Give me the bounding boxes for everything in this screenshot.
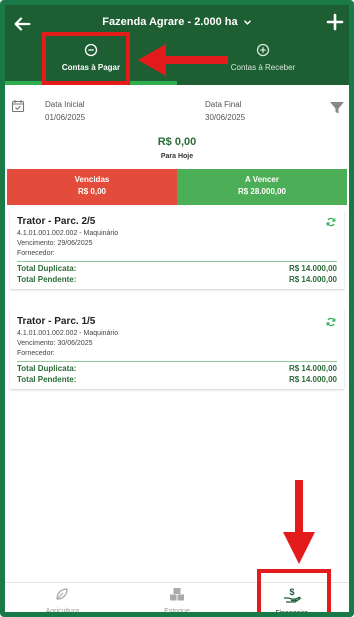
refresh-icon[interactable]	[326, 217, 336, 227]
divider	[17, 361, 337, 362]
nav-label: Agricultura	[45, 608, 80, 615]
filter-icon[interactable]	[329, 101, 345, 115]
total-duplicata-row: Total Duplicata: R$ 14.000,00	[17, 264, 337, 273]
chevron-down-icon	[243, 20, 251, 25]
payable-title: Trator - Parc. 2/5	[17, 216, 96, 227]
annotation-arrow-down-icon	[283, 480, 315, 564]
end-date-label: Data Final	[205, 100, 242, 109]
divider	[17, 261, 337, 262]
overdue-value: R$ 0,00	[77, 187, 107, 196]
payable-supplier: Fornecedor:	[17, 350, 55, 357]
today-total-label: Para Hoje	[160, 153, 194, 160]
calendar-check-icon[interactable]	[11, 99, 25, 113]
payable-account: 4.1.01.001.002.002 - Maquinário	[17, 230, 119, 237]
upcoming-label: A Vencer	[245, 175, 279, 184]
total-duplicata-label: Total Duplicata:	[17, 364, 77, 373]
plus-circle-icon	[256, 43, 270, 57]
total-pendente-label: Total Pendente:	[17, 375, 77, 384]
date-filter-bar: Data Inicial 01/06/2025 Data Final 30/06…	[5, 93, 349, 131]
start-date-label: Data Inicial	[45, 100, 85, 109]
nav-estoque[interactable]: Estoque	[120, 583, 235, 615]
leaf-icon	[56, 588, 68, 600]
total-duplicata-value: R$ 14.000,00	[288, 264, 337, 273]
app-frame: Fazenda Agrare - 2.000 ha Contas à Pagar…	[0, 0, 354, 617]
annotation-arrow-left-icon	[138, 44, 228, 76]
farm-title: Fazenda Agrare - 2.000 ha	[102, 16, 238, 28]
payable-supplier: Fornecedor:	[17, 250, 55, 257]
upcoming-button[interactable]: A Vencer R$ 28.000,00	[177, 169, 347, 205]
payable-card[interactable]: Trator - Parc. 1/5 4.1.01.001.002.002 - …	[10, 309, 344, 389]
total-pendente-value: R$ 14.000,00	[288, 275, 337, 284]
payable-due-date: Vencimento: 29/06/2025	[17, 240, 93, 247]
nav-agricultura[interactable]: Agricultura	[5, 583, 120, 615]
today-summary: R$ 0,00 Para Hoje	[5, 136, 349, 160]
upcoming-value: R$ 28.000,00	[237, 187, 287, 196]
payable-title: Trator - Parc. 1/5	[17, 316, 96, 327]
overdue-label: Vencidas	[74, 175, 110, 184]
add-icon[interactable]	[325, 12, 345, 32]
status-summary-row: Vencidas R$ 0,00 A Vencer R$ 28.000,00	[7, 169, 347, 205]
total-duplicata-row: Total Duplicata: R$ 14.000,00	[17, 364, 337, 373]
refresh-icon[interactable]	[326, 317, 336, 327]
start-date-value[interactable]: 01/06/2025	[45, 113, 85, 122]
annotation-highlight-box	[257, 569, 331, 612]
payable-card[interactable]: Trator - Parc. 2/5 4.1.01.001.002.002 - …	[10, 209, 344, 289]
payable-due-date: Vencimento: 30/06/2025	[17, 340, 93, 347]
farm-selector[interactable]: Fazenda Agrare - 2.000 ha	[5, 16, 349, 28]
nav-label: Estoque	[164, 608, 190, 615]
today-total-value: R$ 0,00	[157, 136, 197, 148]
payable-account: 4.1.01.001.002.002 - Maquinário	[17, 330, 119, 337]
end-date-value[interactable]: 30/06/2025	[205, 113, 245, 122]
overdue-button[interactable]: Vencidas R$ 0,00	[7, 169, 177, 205]
total-pendente-row: Total Pendente: R$ 14.000,00	[17, 275, 337, 284]
total-pendente-value: R$ 14.000,00	[288, 375, 337, 384]
total-duplicata-label: Total Duplicata:	[17, 264, 77, 273]
annotation-highlight-box	[42, 32, 130, 85]
boxes-icon	[170, 588, 184, 601]
total-pendente-row: Total Pendente: R$ 14.000,00	[17, 375, 337, 384]
total-duplicata-value: R$ 14.000,00	[288, 364, 337, 373]
total-pendente-label: Total Pendente:	[17, 275, 77, 284]
